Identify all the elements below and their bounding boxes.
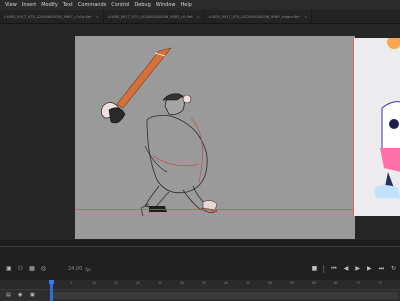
menu-view[interactable]: View (5, 2, 17, 8)
document-tabs: c1085_9917_075_12000892036_9987_c2d.b.fl… (0, 10, 400, 24)
timeline-toolbar: ▣ ⚇ ▦ ◎ 24.00 fps ■ ⏮ ◀ ▶ ▶ ⏭ ↻ (0, 263, 400, 275)
menu-modify[interactable]: Modify (41, 2, 58, 8)
reference-character (374, 35, 400, 198)
close-icon[interactable]: × (197, 15, 200, 19)
layer-row[interactable]: ▤ ◉ ▣ (0, 290, 400, 301)
fps-unit: fps (85, 266, 92, 272)
ruler-tick: 40 (224, 281, 229, 285)
stop-icon[interactable]: ■ (312, 266, 318, 272)
camera-icon[interactable]: ▣ (6, 266, 12, 272)
frame-ruler[interactable]: 5 10 15 20 25 30 35 40 45 50 55 60 65 70… (0, 280, 400, 290)
reference-cap (387, 35, 400, 49)
menu-insert[interactable]: Insert (22, 2, 36, 8)
menu-control[interactable]: Control (111, 2, 129, 8)
menu-window[interactable]: Window (156, 2, 176, 8)
playhead-handle[interactable] (49, 280, 54, 284)
ruler-tick: 20 (136, 281, 141, 285)
reference-shoe (374, 185, 400, 198)
close-icon[interactable]: × (96, 15, 99, 19)
tab-label: c1085_9917_075_UC0000020036_9987_fragm.f… (208, 14, 301, 19)
play-icon[interactable]: ▶ (355, 266, 360, 272)
frame-span[interactable] (50, 292, 398, 299)
menu-help[interactable]: Help (180, 2, 191, 8)
motion-arc (152, 155, 200, 167)
document-tab[interactable]: c1085_9917_075_UC0000020036_9987_fragm.f… (205, 10, 313, 23)
arm (144, 145, 168, 173)
leg-left-lower (140, 203, 150, 217)
reference-image[interactable] (353, 35, 400, 216)
onion-skin-icon[interactable]: ◎ (41, 266, 46, 272)
ruler-tick: 75 (378, 281, 383, 285)
ruler-tick: 55 (290, 281, 295, 285)
document-tab[interactable]: c1085_9917_075_12000892036_9987_c2d.b.fl… (0, 10, 104, 23)
reference-pants (380, 148, 400, 172)
ruler-tick: 5 (70, 281, 73, 285)
ear (182, 94, 192, 104)
close-icon[interactable]: × (304, 15, 307, 19)
menu-bar: View Insert Modify Text Commands Control… (0, 0, 400, 10)
ruler-tick: 10 (92, 281, 97, 285)
ground-guide-line (75, 209, 355, 210)
motion-arc (190, 117, 203, 183)
bone-icon[interactable]: ⚇ (18, 266, 23, 272)
ruler-tick: 50 (268, 281, 273, 285)
ruler-tick: 30 (180, 281, 185, 285)
divider (323, 265, 325, 273)
ruler-tick: 25 (158, 281, 163, 285)
ruler-tick: 65 (334, 281, 339, 285)
fast-forward-icon[interactable]: ⏭ (379, 266, 384, 272)
loop-icon[interactable]: ↻ (391, 266, 396, 272)
batting-glove (108, 107, 126, 124)
layers-icon[interactable]: ▦ (29, 266, 35, 272)
ruler-tick: 35 (202, 281, 207, 285)
step-forward-icon[interactable]: ▶ (367, 266, 372, 272)
bat (116, 47, 172, 109)
menu-debug[interactable]: Debug (134, 2, 150, 8)
tab-label: c1085_9917_075_UC0000020036_9987_c0 fla* (107, 14, 193, 19)
rewind-icon[interactable]: ⏮ (331, 266, 336, 272)
lock-icon[interactable]: ▣ (30, 292, 35, 298)
timeline-panel: ▣ ⚇ ▦ ◎ 24.00 fps ■ ⏮ ◀ ▶ ▶ ⏭ ↻ 5 10 15 … (0, 246, 400, 301)
torso (146, 115, 208, 194)
eye-icon[interactable]: ◉ (18, 292, 22, 298)
reference-number (389, 119, 399, 129)
step-back-icon[interactable]: ◀ (344, 266, 349, 272)
ruler-tick: 70 (356, 281, 361, 285)
fps-value[interactable]: 24.00 (68, 266, 82, 272)
ruler-tick: 15 (114, 281, 119, 285)
ruler-tick: 60 (312, 281, 317, 285)
menu-commands[interactable]: Commands (78, 2, 106, 8)
layer-icon: ▤ (6, 292, 11, 298)
ruler-tick: 45 (246, 281, 251, 285)
tab-label: c1085_9917_075_12000892036_9987_c2d.b.fl… (4, 14, 92, 19)
menu-text[interactable]: Text (63, 2, 73, 8)
playback-controls: ■ ⏮ ◀ ▶ ▶ ⏭ ↻ (305, 263, 396, 275)
document-tab[interactable]: c1085_9917_075_UC0000020036_9987_c0 fla*… (104, 10, 205, 23)
